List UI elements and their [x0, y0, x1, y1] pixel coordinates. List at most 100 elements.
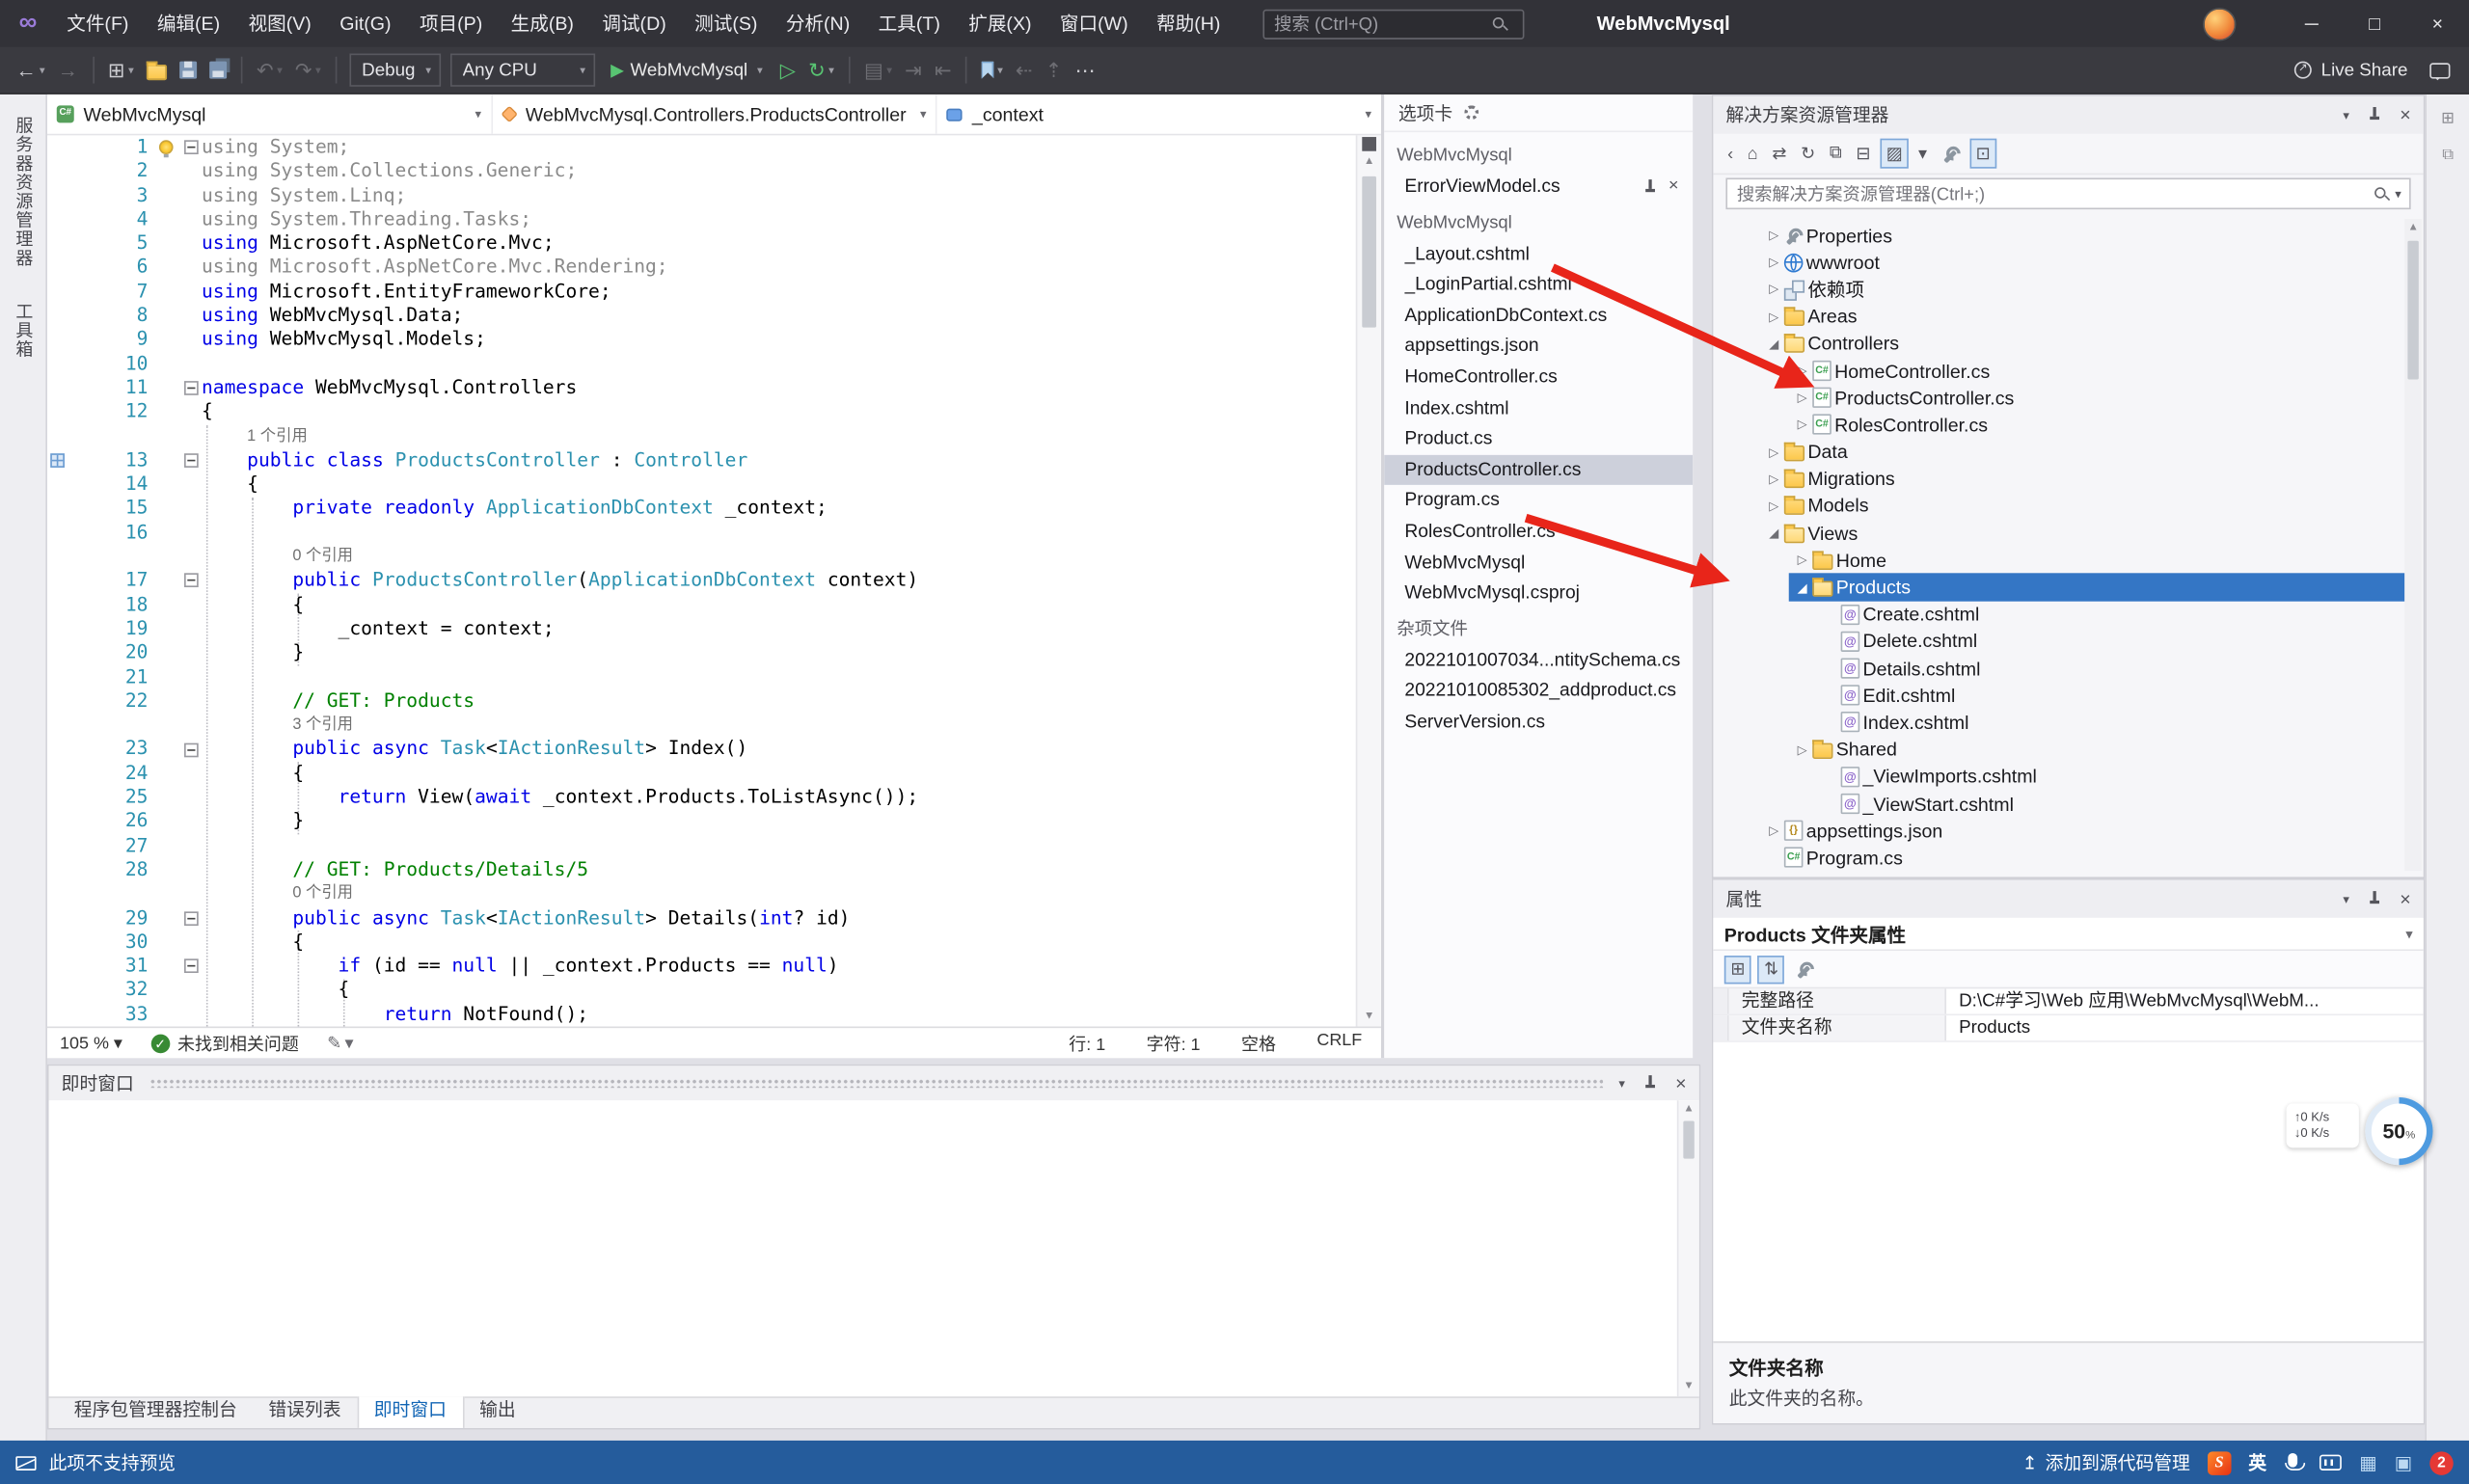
- tree-item[interactable]: ▷Home: [1713, 547, 2423, 574]
- tree-expander[interactable]: ▷: [1792, 364, 1812, 378]
- fold-margin[interactable]: [179, 328, 202, 352]
- maximize-button[interactable]: □: [2343, 0, 2405, 47]
- code-line[interactable]: 23 public async Task<IActionResult> Inde…: [47, 738, 1356, 762]
- tree-expander[interactable]: ▷: [1792, 391, 1812, 405]
- code-line[interactable]: 27: [47, 834, 1356, 858]
- tree-item[interactable]: ◢Products: [1713, 574, 2423, 601]
- fold-collapse-icon[interactable]: [183, 381, 198, 395]
- fold-margin[interactable]: [179, 472, 202, 497]
- categorized-icon[interactable]: ⊞: [1724, 955, 1751, 983]
- solution-explorer-header[interactable]: 解决方案资源管理器 ▾ ×: [1713, 96, 2423, 134]
- code-line[interactable]: 3using System.Linq;: [47, 183, 1356, 207]
- open-folder-icon[interactable]: [142, 51, 172, 89]
- code-line[interactable]: 24 {: [47, 762, 1356, 786]
- close-icon[interactable]: ×: [1669, 172, 1679, 202]
- tree-item[interactable]: Delete.cshtml: [1713, 628, 2423, 655]
- tree-item[interactable]: ▷HomeController.cs: [1713, 358, 2423, 385]
- solution-search-box[interactable]: 搜索解决方案资源管理器(Ctrl+;) ▾: [1725, 177, 2410, 209]
- code-cleanup-button[interactable]: ✎▾: [314, 1033, 366, 1053]
- soft-keyboard-icon[interactable]: [2320, 1455, 2342, 1471]
- code-line[interactable]: 11namespace WebMvcMysql.Controllers: [47, 376, 1356, 400]
- lightbulb-icon[interactable]: [158, 141, 173, 155]
- breakpoint-margin[interactable]: [47, 256, 69, 280]
- menu-item[interactable]: 工具(T): [864, 0, 955, 47]
- property-value[interactable]: Products: [1946, 1015, 2424, 1040]
- close-button[interactable]: ×: [2406, 0, 2469, 47]
- tree-expander[interactable]: ▷: [1764, 310, 1784, 324]
- tree-item[interactable]: Program.cs: [1713, 845, 2423, 872]
- immediate-window-header[interactable]: 即时窗口 ▾ ×: [49, 1066, 1699, 1100]
- breakpoint-margin[interactable]: [47, 931, 69, 955]
- zoom-control[interactable]: 105 % ▾: [47, 1033, 135, 1053]
- breakpoint-margin[interactable]: [47, 882, 69, 906]
- breakpoint-margin[interactable]: [47, 159, 69, 183]
- fold-margin[interactable]: [179, 762, 202, 786]
- breadcrumb-class[interactable]: WebMvcMysql.Controllers.ProductsControll…: [492, 94, 937, 134]
- breakpoint-margin[interactable]: [47, 352, 69, 376]
- tree-item[interactable]: ▷Migrations: [1713, 466, 2423, 493]
- document-tab-item[interactable]: Index.cshtml: [1384, 392, 1693, 423]
- menu-item[interactable]: 项目(P): [405, 0, 497, 47]
- code-line[interactable]: 12{: [47, 400, 1356, 424]
- sogou-clipboard-icon[interactable]: ▣: [2395, 1451, 2413, 1473]
- code-line[interactable]: 1using System;: [47, 135, 1356, 159]
- docked-tool-icon[interactable]: ⊞: [2441, 110, 2455, 127]
- solution-configurations-combo[interactable]: Debug▾: [349, 54, 441, 87]
- fold-margin[interactable]: [179, 617, 202, 641]
- tree-item[interactable]: ▷wwwroot: [1713, 249, 2423, 276]
- fold-margin[interactable]: [179, 786, 202, 810]
- document-tab-item[interactable]: WebMvcMysql: [1384, 547, 1693, 578]
- scrollbar-thumb[interactable]: [2407, 241, 2418, 380]
- document-tab-item[interactable]: _Layout.cshtml: [1384, 239, 1693, 270]
- code-line[interactable]: 4using System.Threading.Tasks;: [47, 207, 1356, 231]
- code-line[interactable]: 28 // GET: Products/Details/5: [47, 858, 1356, 882]
- refresh-icon[interactable]: ↻: [1796, 139, 1820, 169]
- tree-item[interactable]: ▷Models: [1713, 493, 2423, 520]
- property-row[interactable]: 完整路径 D:\C#学习\Web 应用\WebMvcMysql\WebM...: [1713, 988, 2423, 1015]
- step-over-icon[interactable]: ⇥: [900, 51, 927, 89]
- fold-margin[interactable]: [179, 497, 202, 521]
- breakpoint-margin[interactable]: [47, 689, 69, 714]
- breakpoint-margin[interactable]: [47, 979, 69, 1003]
- tree-item[interactable]: ▷RolesController.cs: [1713, 412, 2423, 439]
- alphabetical-sort-icon[interactable]: ⇅: [1757, 955, 1784, 983]
- menu-item[interactable]: 窗口(W): [1045, 0, 1142, 47]
- solution-platforms-combo[interactable]: Any CPU▾: [450, 54, 595, 87]
- breakpoint-margin[interactable]: [47, 810, 69, 834]
- tree-item[interactable]: _ViewStart.cshtml: [1713, 791, 2423, 818]
- tree-expander[interactable]: ◢: [1792, 580, 1812, 595]
- pin-icon[interactable]: [2369, 891, 2381, 906]
- scroll-down-icon[interactable]: ▼: [1678, 1378, 1698, 1395]
- fold-margin[interactable]: [179, 1003, 202, 1027]
- document-tab-item[interactable]: WebMvcMysql.csproj: [1384, 578, 1693, 608]
- fold-margin[interactable]: [179, 159, 202, 183]
- code-line[interactable]: 31 if (id == null || _context.Products =…: [47, 955, 1356, 979]
- line-indicator[interactable]: 行: 1: [1069, 1031, 1105, 1056]
- tree-item[interactable]: ▷Shared: [1713, 736, 2423, 763]
- step-out-icon[interactable]: ⇤: [930, 51, 957, 89]
- collapse-all-icon[interactable]: ⊟: [1851, 139, 1875, 169]
- code-line[interactable]: 22 // GET: Products: [47, 689, 1356, 714]
- fold-margin[interactable]: [179, 448, 202, 472]
- fold-margin[interactable]: [179, 882, 202, 906]
- feedback-icon[interactable]: [2429, 62, 2450, 77]
- breakpoint-margin[interactable]: [47, 472, 69, 497]
- tree-item[interactable]: Create.cshtml: [1713, 601, 2423, 628]
- sogou-ime-logo-icon[interactable]: [2208, 1451, 2231, 1474]
- menu-item[interactable]: 测试(S): [680, 0, 772, 47]
- tree-item[interactable]: ▷ProductsController.cs: [1713, 385, 2423, 412]
- fold-margin[interactable]: [179, 955, 202, 979]
- breakpoint-margin[interactable]: [47, 738, 69, 762]
- nest-files-icon[interactable]: ⧉: [1825, 139, 1847, 169]
- bookmark-icon[interactable]: ▾: [977, 51, 1008, 89]
- menu-item[interactable]: 视图(V): [234, 0, 326, 47]
- breakpoint-margin[interactable]: [47, 641, 69, 665]
- find-in-files-icon[interactable]: ▤▾: [859, 51, 897, 89]
- properties-object-combo[interactable]: Products 文件夹属性 ▾: [1713, 918, 2423, 951]
- nav-backward-icon[interactable]: ←▾: [11, 51, 49, 89]
- panel-tab[interactable]: 错误列表: [253, 1396, 357, 1428]
- fold-collapse-icon[interactable]: [183, 141, 198, 155]
- tree-item[interactable]: ▷依赖项: [1713, 276, 2423, 303]
- breakpoint-margin[interactable]: [47, 207, 69, 231]
- panel-tab[interactable]: 输出: [464, 1396, 531, 1428]
